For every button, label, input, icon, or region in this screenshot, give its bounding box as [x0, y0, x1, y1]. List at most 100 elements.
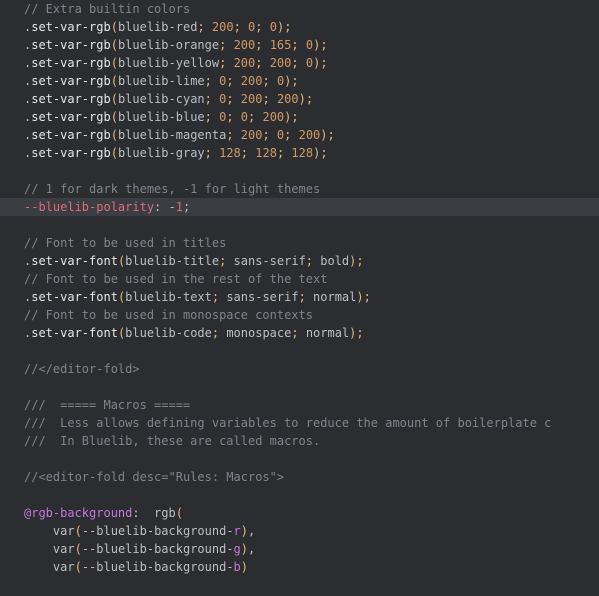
code-token: 200	[241, 74, 263, 88]
code-token: ;	[284, 128, 298, 142]
code-token: monospace	[226, 326, 291, 340]
code-line	[0, 342, 599, 360]
code-token: )	[241, 560, 248, 574]
code-token: --bluelib-background-	[82, 542, 234, 556]
code-token: var	[53, 542, 75, 556]
code-token	[24, 542, 53, 556]
code-token: ;	[291, 38, 305, 52]
code-token: ;	[356, 326, 363, 340]
code-token: set-var-font	[31, 326, 118, 340]
code-line	[0, 486, 599, 504]
code-token: // 1 for dark themes, -1 for light theme…	[24, 182, 320, 196]
code-line: var(--bluelib-background-b)	[0, 558, 599, 576]
code-token: ;	[205, 146, 219, 160]
code-token: bluelib-gray	[118, 146, 205, 160]
code-token: ;	[205, 92, 219, 106]
code-token: 0	[241, 110, 248, 124]
code-line	[0, 450, 599, 468]
code-line: //</editor-fold>	[0, 360, 599, 378]
code-token: bold	[320, 254, 349, 268]
code-line: .set-var-rgb(bluelib-blue; 0; 0; 200);	[0, 108, 599, 126]
code-token: //	[24, 470, 38, 484]
code-token: bluelib-magenta	[118, 128, 226, 142]
code-token: ;	[255, 56, 269, 70]
code-token: g	[234, 542, 241, 556]
code-token: ;	[306, 254, 320, 268]
code-token: )	[356, 290, 363, 304]
code-line: .set-var-rgb(bluelib-lime; 0; 200; 0);	[0, 72, 599, 90]
code-line: // 1 for dark themes, -1 for light theme…	[0, 180, 599, 198]
code-token: ;	[241, 146, 255, 160]
code-token: :	[132, 506, 146, 520]
code-token: ;	[262, 74, 276, 88]
code-line	[0, 378, 599, 396]
code-token: ,	[248, 542, 255, 556]
code-token: (	[111, 38, 118, 52]
code-token: ;	[291, 74, 298, 88]
code-token: 0	[270, 20, 277, 34]
code-line: .set-var-rgb(bluelib-orange; 200; 165; 0…	[0, 36, 599, 54]
code-token: (	[111, 110, 118, 124]
code-token: ;	[255, 38, 269, 52]
code-token: 200	[234, 56, 256, 70]
code-token: (	[75, 542, 82, 556]
code-token: )	[320, 128, 327, 142]
code-token: 200	[277, 92, 299, 106]
code-token: ;	[197, 20, 211, 34]
code-token: (	[111, 146, 118, 160]
code-token: /// ===== Macros =====	[24, 398, 190, 412]
code-token: (	[111, 20, 118, 34]
code-token: 200	[241, 128, 263, 142]
code-token: 0	[306, 56, 313, 70]
code-line: .set-var-rgb(bluelib-cyan; 0; 200; 200);	[0, 90, 599, 108]
code-token: (	[75, 524, 82, 538]
code-line: var(--bluelib-background-g),	[0, 540, 599, 558]
code-token: // Font to be used in the rest of the te…	[24, 272, 327, 286]
code-token: /// In Bluelib, these are called macros.	[24, 434, 320, 448]
code-token: bluelib-title	[125, 254, 219, 268]
code-token: ;	[255, 20, 269, 34]
code-token: bluelib-blue	[118, 110, 205, 124]
code-token: (	[111, 74, 118, 88]
code-line	[0, 216, 599, 234]
code-token: bluelib-text	[125, 290, 212, 304]
code-line: //<editor-fold desc="Rules: Macros">	[0, 468, 599, 486]
code-token: --bluelib-background-	[82, 560, 234, 574]
code-token: (	[111, 128, 118, 142]
code-token: ;	[291, 56, 305, 70]
code-line: .set-var-font(bluelib-title; sans-serif;…	[0, 252, 599, 270]
code-line: // Extra builtin colors	[0, 0, 599, 18]
code-token: set-var-rgb	[31, 92, 110, 106]
code-token: ;	[299, 290, 313, 304]
code-token: normal	[306, 326, 349, 340]
code-token: sans-serif	[234, 254, 306, 268]
code-line: var(--bluelib-background-r),	[0, 522, 599, 540]
code-token: 128	[291, 146, 313, 160]
code-token: ;	[234, 20, 248, 34]
code-token: @rgb-background	[24, 506, 132, 520]
code-line: /// Less allows defining variables to re…	[0, 414, 599, 432]
code-token: ;	[356, 254, 363, 268]
code-token: 200	[299, 128, 321, 142]
code-token: -	[169, 200, 176, 214]
code-token: r	[234, 524, 241, 538]
code-token: set-var-rgb	[31, 110, 110, 124]
code-line: .set-var-rgb(bluelib-yellow; 200; 200; 0…	[0, 54, 599, 72]
code-token: set-var-rgb	[31, 38, 110, 52]
code-token: var	[53, 560, 75, 574]
code-token: )	[241, 524, 248, 538]
code-token: 165	[270, 38, 292, 52]
code-line: .set-var-rgb(bluelib-red; 200; 0; 0);	[0, 18, 599, 36]
code-token: (	[75, 560, 82, 574]
code-line	[0, 162, 599, 180]
code-token: bluelib-lime	[118, 74, 205, 88]
code-token: bluelib-code	[125, 326, 212, 340]
code-token: ;	[277, 146, 291, 160]
code-token: ;	[328, 128, 335, 142]
code-token: set-var-font	[31, 290, 118, 304]
code-token: 128	[255, 146, 277, 160]
code-editor[interactable]: // Extra builtin colors.set-var-rgb(blue…	[0, 0, 599, 576]
code-token: (	[111, 56, 118, 70]
code-token: ;	[219, 254, 233, 268]
code-token: ;	[212, 290, 226, 304]
